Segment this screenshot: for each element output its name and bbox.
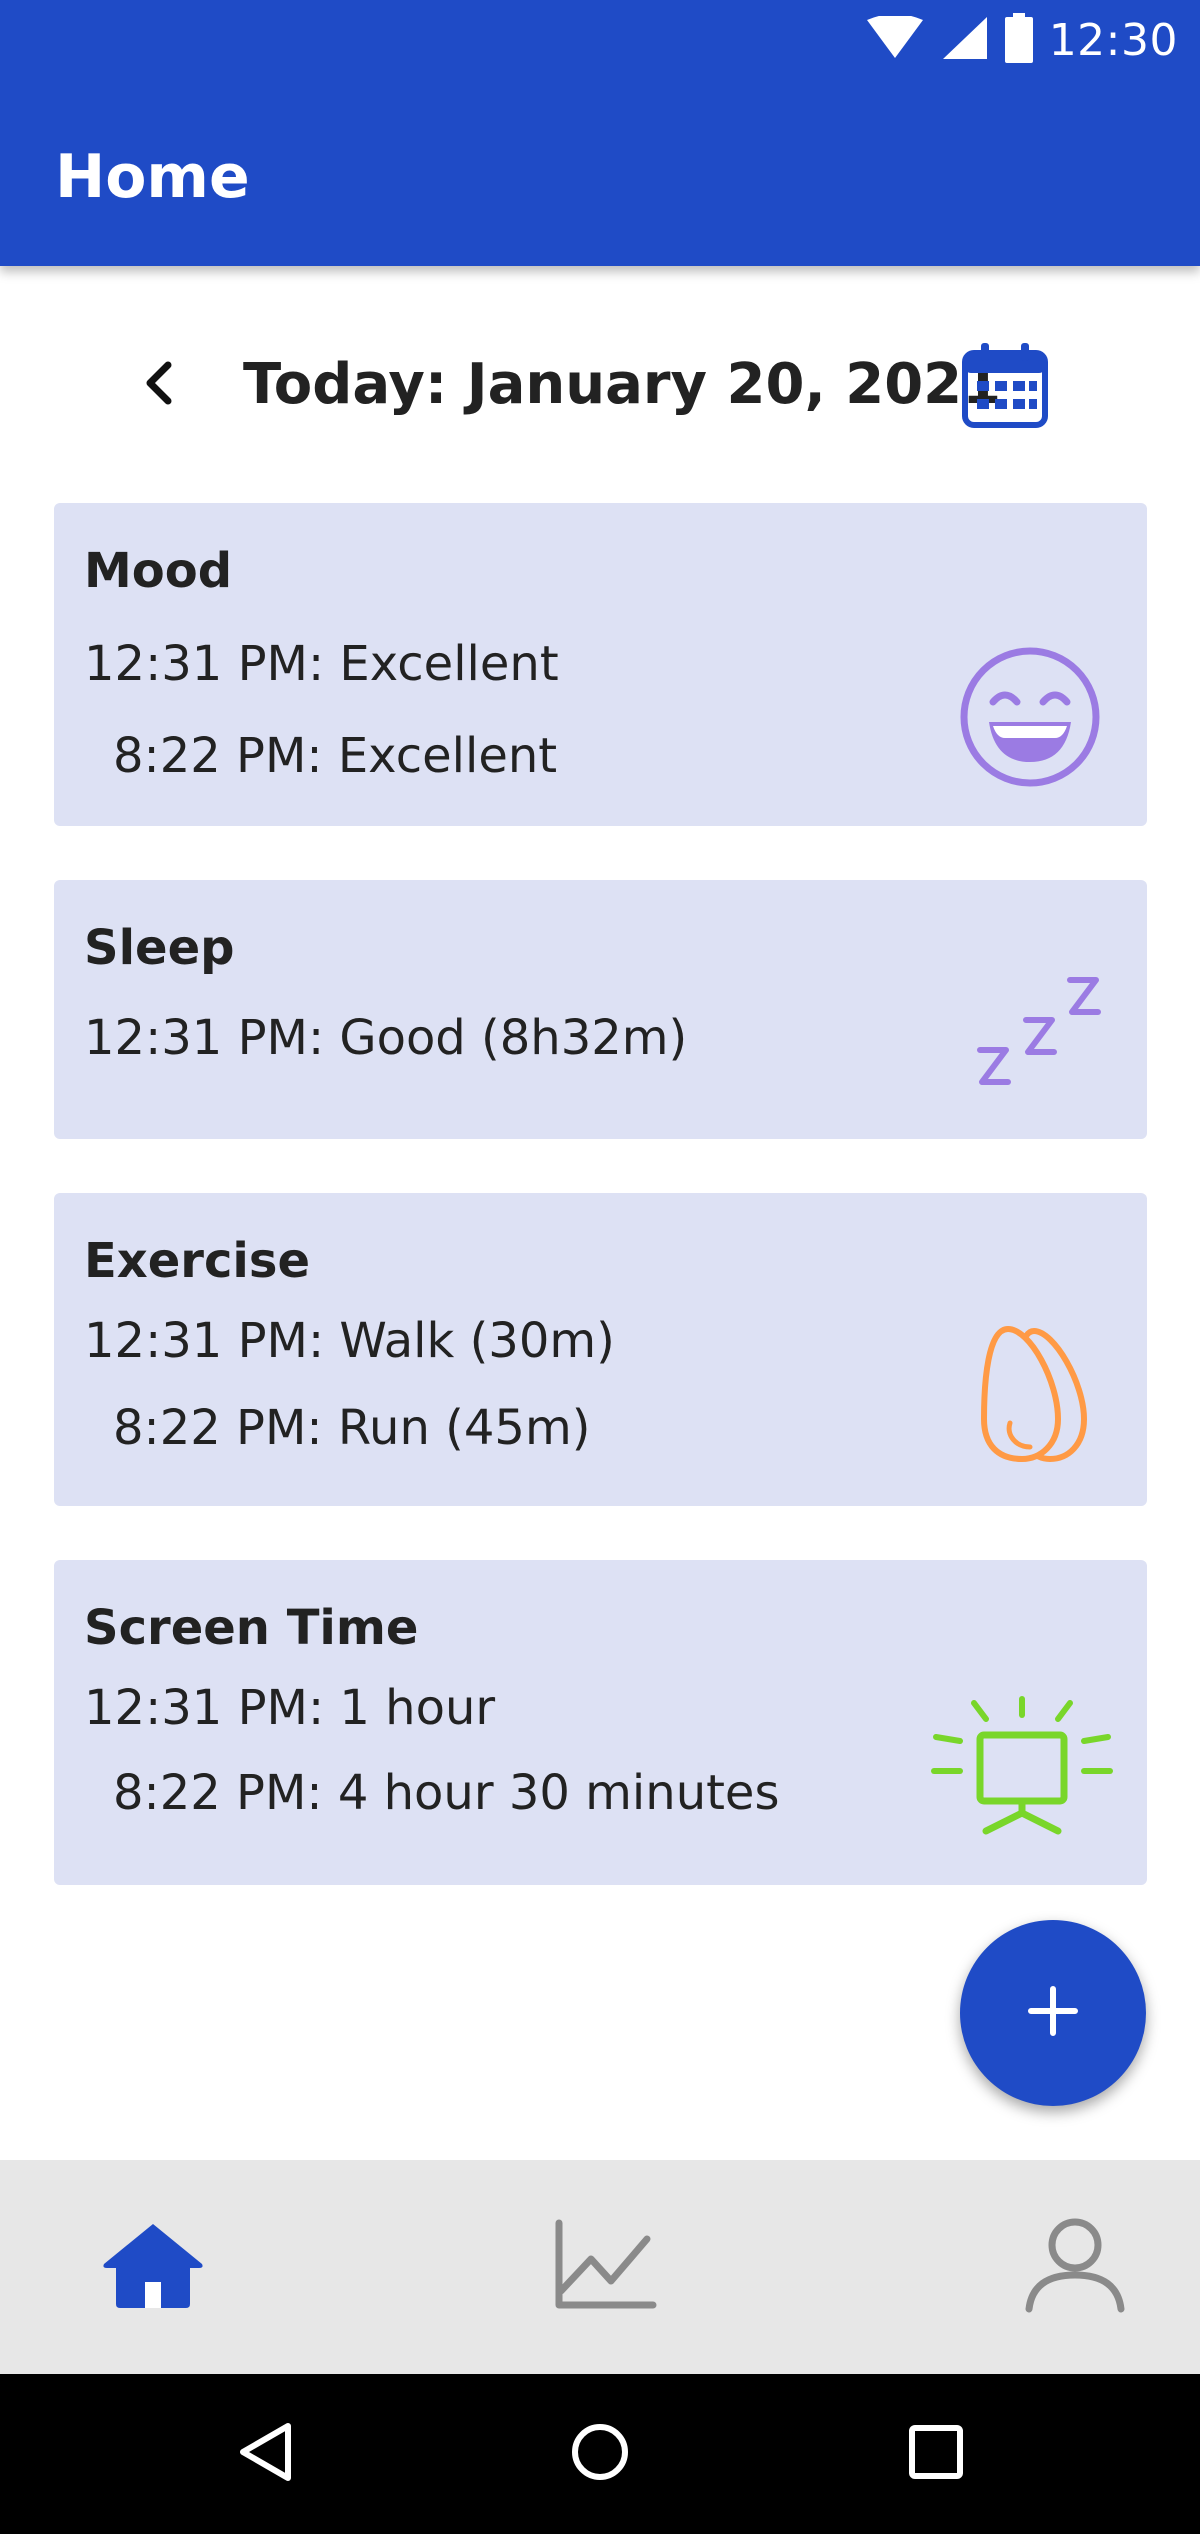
mood-card[interactable]: Mood 12:31 PM: Excellent 8:22 PM: Excell… [54, 503, 1147, 826]
screen-time-card-title: Screen Time [84, 1600, 419, 1656]
screen-time-entry: 12:31 PM: 1 hour [84, 1680, 496, 1736]
home-circle-icon [570, 2422, 630, 2486]
nav-home[interactable] [88, 2212, 218, 2322]
plus-icon [1025, 1983, 1081, 2043]
recents-icon [908, 2424, 964, 2484]
exercise-card-title: Exercise [84, 1233, 311, 1289]
status-bar: 12:30 [0, 0, 1200, 80]
screen-time-entry: 8:22 PM: 4 hour 30 minutes [113, 1765, 780, 1821]
app-header: 12:30 Home [0, 0, 1200, 266]
signal-icon [941, 15, 989, 65]
date-label: Today: January 20, 2021 [243, 352, 1002, 417]
sleep-card[interactable]: Sleep 12:31 PM: Good (8h32m) [54, 880, 1147, 1139]
screen-time-card[interactable]: Screen Time 12:31 PM: 1 hour 8:22 PM: 4 … [54, 1560, 1147, 1885]
exercise-entry: 12:31 PM: Walk (30m) [84, 1313, 615, 1369]
mood-entry: 8:22 PM: Excellent [113, 728, 558, 784]
tv-icon [924, 1695, 1114, 1849]
calendar-button[interactable] [960, 342, 1050, 432]
status-time: 12:30 [1048, 14, 1178, 66]
bottom-navigation [0, 2160, 1200, 2374]
wifi-icon [865, 14, 925, 64]
exercise-entry: 8:22 PM: Run (45m) [113, 1400, 591, 1456]
nav-profile[interactable] [1010, 2212, 1140, 2322]
home-icon [100, 2220, 206, 2314]
nav-stats[interactable] [540, 2212, 670, 2322]
sleep-entry: 12:31 PM: Good (8h32m) [84, 1010, 688, 1066]
chart-icon [553, 2219, 657, 2315]
status-icons: 12:30 [865, 13, 1178, 67]
footprints-icon [954, 1323, 1094, 1469]
system-navigation-bar [0, 2374, 1200, 2534]
person-icon [1023, 2217, 1127, 2317]
mood-entry: 12:31 PM: Excellent [84, 636, 559, 692]
system-home-button[interactable] [560, 2414, 640, 2494]
system-recents-button[interactable] [896, 2414, 976, 2494]
calendar-icon [961, 341, 1049, 433]
back-icon [236, 2421, 296, 2487]
system-back-button[interactable] [226, 2414, 306, 2494]
previous-day-button[interactable] [130, 355, 190, 415]
laughing-face-icon [959, 646, 1101, 792]
zzz-icon [976, 972, 1106, 1096]
mood-card-title: Mood [84, 543, 233, 599]
exercise-card[interactable]: Exercise 12:31 PM: Walk (30m) 8:22 PM: R… [54, 1193, 1147, 1506]
battery-icon [1004, 13, 1033, 67]
chevron-left-icon [140, 359, 180, 411]
sleep-card-title: Sleep [84, 920, 235, 976]
add-entry-button[interactable] [960, 1920, 1146, 2106]
page-title: Home [55, 142, 250, 212]
date-navigator: Today: January 20, 2021 [0, 330, 1200, 440]
app-screen: 12:30 Home Today: January 20, 2021 Mood … [0, 0, 1200, 2534]
